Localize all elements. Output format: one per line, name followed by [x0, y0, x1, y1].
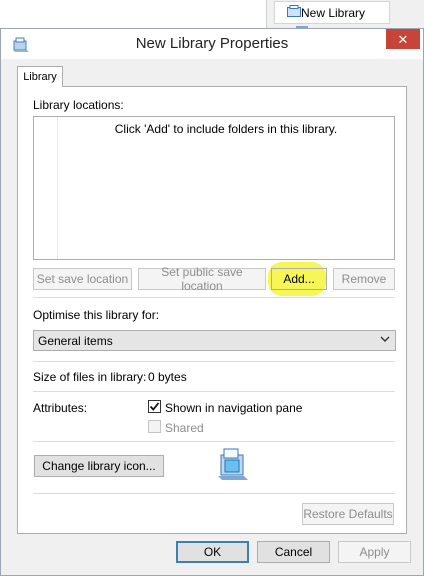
close-icon: ✕ — [397, 31, 409, 47]
optimise-selected-value: General items — [38, 333, 113, 348]
shared-label: Shared — [165, 421, 204, 435]
shared-checkbox[interactable] — [148, 420, 161, 433]
shown-in-navigation-checkbox[interactable] — [148, 400, 161, 413]
tab-library-label: Library — [23, 71, 57, 83]
size-label: Size of files in library: — [33, 370, 147, 384]
checkmark-icon — [149, 402, 160, 411]
size-value: 0 bytes — [148, 370, 187, 384]
set-public-save-location-button[interactable]: Set public save location — [138, 265, 266, 293]
separator — [33, 391, 395, 392]
remove-button[interactable]: Remove — [333, 268, 395, 290]
library-icon — [218, 448, 248, 480]
chevron-down-icon — [380, 336, 390, 342]
separator — [33, 493, 395, 494]
attributes-label: Attributes: — [33, 401, 88, 415]
close-button[interactable]: ✕ — [386, 29, 420, 49]
library-locations-list[interactable] — [33, 116, 395, 260]
restore-defaults-button[interactable]: Restore Defaults — [302, 503, 394, 525]
library-icon — [287, 5, 301, 17]
tab-library[interactable]: Library — [17, 66, 63, 87]
context-menu-item-label: New Library — [301, 5, 366, 20]
list-column-divider — [57, 117, 58, 259]
ok-button[interactable]: OK — [176, 541, 249, 563]
optimise-label: Optimise this library for: — [33, 308, 160, 322]
set-save-location-button[interactable]: Set save location — [33, 268, 132, 290]
separator — [33, 297, 395, 298]
library-locations-label: Library locations: — [33, 98, 124, 112]
add-button[interactable]: Add... — [271, 268, 327, 290]
cancel-button[interactable]: Cancel — [257, 541, 330, 563]
window-title: New Library Properties — [135, 35, 289, 52]
shown-in-navigation-label: Shown in navigation pane — [165, 401, 303, 415]
separator — [33, 441, 395, 442]
empty-list-message: Click 'Add' to include folders in this l… — [114, 122, 338, 136]
change-library-icon-button[interactable]: Change library icon... — [34, 455, 164, 477]
separator — [33, 361, 395, 362]
apply-button[interactable]: Apply — [338, 541, 411, 563]
optimise-select[interactable]: General items — [33, 330, 396, 351]
